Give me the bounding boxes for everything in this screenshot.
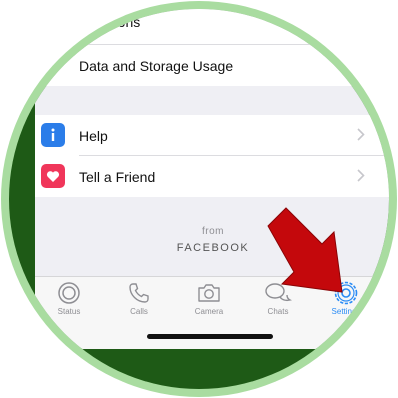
tab-label: Chats bbox=[267, 307, 289, 316]
red-arrow-icon bbox=[267, 207, 343, 293]
tab-label: Calls bbox=[130, 307, 148, 316]
info-icon bbox=[41, 123, 65, 147]
settings-item-help[interactable]: Help bbox=[35, 115, 389, 156]
settings-item-label: Tell a Friend bbox=[79, 168, 156, 185]
settings-item-tell-friend[interactable]: Tell a Friend bbox=[35, 156, 389, 197]
settings-item-data-storage[interactable]: Data and Storage Usage bbox=[25, 45, 389, 86]
data-storage-icon bbox=[25, 53, 49, 77]
tab-label: Status bbox=[57, 307, 81, 316]
chevron-right-icon bbox=[357, 128, 365, 141]
circle-viewport: ...tions Data and Storage Usage Help Tel… bbox=[9, 9, 389, 389]
camera-icon bbox=[198, 284, 220, 302]
heart-icon bbox=[41, 164, 65, 188]
settings-item-notifications[interactable]: ...tions bbox=[35, 9, 389, 45]
settings-item-label: Data and Storage Usage bbox=[79, 57, 234, 74]
status-icon bbox=[58, 282, 80, 304]
chevron-right-icon bbox=[357, 169, 365, 182]
settings-item-label: ...tions bbox=[99, 14, 141, 30]
home-indicator bbox=[147, 334, 273, 339]
tab-label: Settings bbox=[331, 307, 361, 316]
tab-calls[interactable]: Calls bbox=[109, 281, 169, 321]
tab-label: Camera bbox=[194, 307, 224, 316]
tab-status[interactable]: Status bbox=[39, 281, 99, 321]
tab-camera[interactable]: Camera bbox=[179, 281, 239, 321]
settings-item-label: Help bbox=[79, 127, 108, 144]
phone-icon bbox=[129, 283, 149, 303]
